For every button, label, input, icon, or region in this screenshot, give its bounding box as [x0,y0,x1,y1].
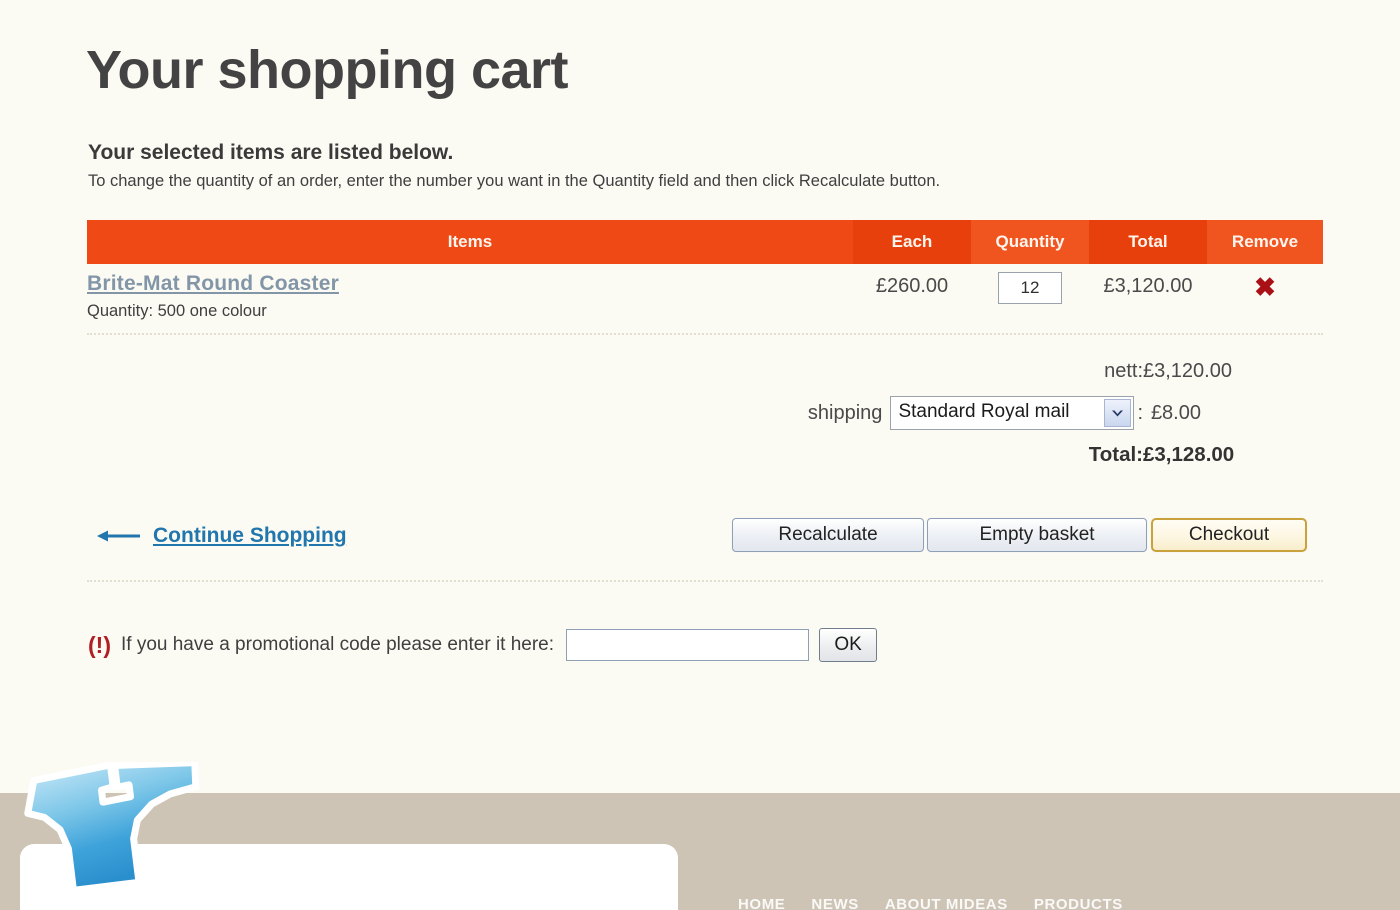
column-header-total: Total [1089,220,1207,264]
nett-label: nett: [1104,360,1143,383]
shipping-select-value: Standard Royal mail [898,401,1069,423]
cell-total: £3,120.00 [1089,264,1207,333]
shipping-row: shipping Standard Royal mail : £8.00 [87,390,1323,436]
page-instructions: To change the quantity of an order, ente… [88,172,940,191]
column-header-remove: Remove [1207,220,1323,264]
table-row: Brite-Mat Round Coaster Quantity: 500 on… [87,264,1323,333]
shipping-label: shipping [808,402,883,425]
line-total: £3,120.00 [1104,275,1193,298]
actions-bar: Continue Shopping Recalculate Empty bask… [87,512,1323,564]
contact-us-badge[interactable]: Contact Us [22,762,222,890]
promo-code-label: If you have a promotional code please en… [121,634,554,656]
shipping-select[interactable]: Standard Royal mail [890,396,1134,430]
checkout-button[interactable]: Checkout [1151,518,1307,552]
nett-value: £3,120.00 [1143,360,1323,383]
grand-total-value: £3,128.00 [1143,443,1323,467]
promo-code-section: (!) If you have a promotional code pleas… [88,628,877,662]
row-separator [87,333,1323,335]
remove-x-icon[interactable]: ✖ [1254,274,1276,300]
shipping-value: £8.00 [1143,402,1323,425]
unit-price: £260.00 [876,275,948,298]
continue-shopping-link[interactable]: Continue Shopping [95,524,347,548]
cell-quantity [971,264,1089,333]
column-header-items: Items [87,220,853,264]
cart-table: Items Each Quantity Total Remove Brite-M… [87,220,1323,335]
totals-section: nett: £3,120.00 shipping Standard Royal … [87,352,1323,474]
cell-item: Brite-Mat Round Coaster Quantity: 500 on… [87,264,853,333]
chevron-down-icon[interactable] [1104,399,1131,427]
footer-nav-item-products[interactable]: PRODUCTS [1034,896,1123,910]
footer-nav-item-news[interactable]: NEWS [811,896,858,910]
promo-ok-button[interactable]: OK [819,628,877,662]
column-header-quantity: Quantity [971,220,1089,264]
footer-nav: HOME NEWS ABOUT MIDEAS PRODUCTS [738,896,1123,910]
cart-page: Your shopping cart Your selected items a… [0,0,1400,910]
table-header-row: Items Each Quantity Total Remove [87,220,1323,264]
recalculate-button[interactable]: Recalculate [732,518,924,552]
telephone-icon [22,762,222,890]
continue-shopping-label: Continue Shopping [153,524,347,548]
nett-row: nett: £3,120.00 [87,352,1323,390]
actions-separator [87,580,1323,582]
product-option: Quantity: 500 one colour [87,302,853,321]
empty-basket-button[interactable]: Empty basket [927,518,1147,552]
grand-total-row: Total: £3,128.00 [87,436,1323,474]
column-header-each: Each [853,220,971,264]
alert-icon: (!) [88,632,111,659]
cell-remove: ✖ [1207,264,1323,333]
footer-nav-item-about[interactable]: ABOUT MIDEAS [885,896,1008,910]
grand-total-label: Total: [1089,443,1143,467]
page-title: Your shopping cart [86,42,568,99]
quantity-input[interactable] [998,272,1062,304]
product-link[interactable]: Brite-Mat Round Coaster [87,272,853,296]
page-subtitle: Your selected items are listed below. [88,141,453,165]
cell-each: £260.00 [853,264,971,333]
footer-nav-item-home[interactable]: HOME [738,896,785,910]
promo-code-input[interactable] [566,629,809,661]
arrow-left-icon [95,526,141,546]
